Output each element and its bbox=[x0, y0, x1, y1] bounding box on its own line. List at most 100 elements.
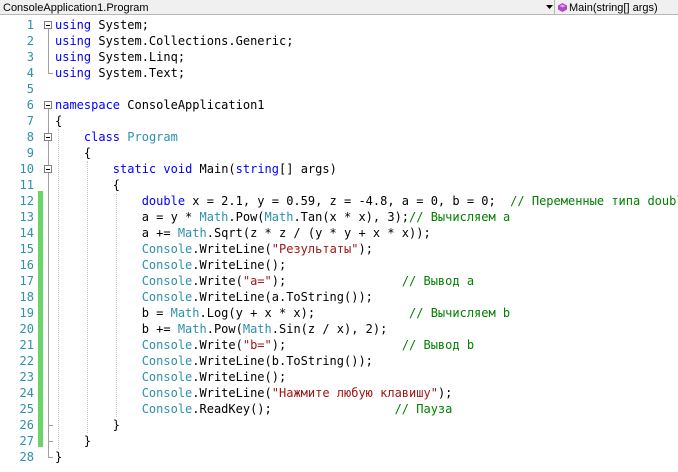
code-token: string bbox=[235, 162, 280, 176]
line-number: 7 bbox=[26, 114, 34, 128]
line-number: 16 bbox=[19, 258, 34, 272]
code-line[interactable]: 23 Console.WriteLine(); bbox=[0, 369, 678, 385]
code-text: b = Math.Log(y + x * x); // Вычисляем b bbox=[55, 305, 510, 321]
line-number: 24 bbox=[19, 386, 34, 400]
code-token: Console bbox=[141, 258, 193, 272]
code-line[interactable]: 21 Console.Write("b="); // Вывод b bbox=[0, 337, 678, 353]
code-token: System.Collections.Generic; bbox=[91, 34, 294, 48]
code-line[interactable]: 7{ bbox=[0, 113, 678, 129]
code-line[interactable]: 5 bbox=[0, 81, 678, 97]
line-number: 12 bbox=[19, 194, 34, 208]
code-line[interactable]: 14 a += Math.Sqrt(z * z / (y * y + x * x… bbox=[0, 225, 678, 241]
code-token: Program bbox=[127, 130, 178, 144]
code-text: Console.WriteLine(); bbox=[55, 257, 287, 273]
code-token: // Переменные типа double bbox=[510, 194, 678, 208]
code-text: } bbox=[55, 449, 62, 465]
code-line[interactable]: 8 class Program bbox=[0, 129, 678, 145]
code-line[interactable]: 18 Console.WriteLine(a.ToString()); bbox=[0, 289, 678, 305]
code-line[interactable]: 11 { bbox=[0, 177, 678, 193]
code-text: static void Main(string[] args) bbox=[55, 161, 337, 177]
member-selector-dropdown[interactable]: Main(string[] args) bbox=[556, 0, 678, 15]
code-token: } bbox=[55, 434, 92, 448]
code-text: Console.WriteLine("Результаты"); bbox=[55, 241, 373, 257]
code-token: Console bbox=[141, 386, 193, 400]
code-text: using System; bbox=[55, 17, 149, 33]
code-token: double bbox=[141, 194, 186, 208]
code-token: Console bbox=[141, 354, 193, 368]
code-line[interactable]: 15 Console.WriteLine("Результаты"); bbox=[0, 241, 678, 257]
code-editor[interactable]: 1 using System; 2 using System.Collections.… bbox=[0, 15, 678, 472]
code-text: namespace ConsoleApplication1 bbox=[55, 97, 265, 113]
line-number: 11 bbox=[19, 178, 34, 192]
indent-guide bbox=[86, 161, 88, 433]
code-text: Console.Write("a="); // Вывод а bbox=[55, 273, 474, 289]
code-text: using System.Linq; bbox=[55, 49, 185, 65]
chevron-down-icon[interactable] bbox=[545, 1, 553, 13]
code-line[interactable]: 10 static void Main(string[] args) bbox=[0, 161, 678, 177]
code-token: using bbox=[55, 50, 92, 64]
code-text: double x = 2.1, y = 0.59, z = -4.8, a = … bbox=[55, 193, 678, 209]
code-token: x = 2.1, y = 0.59, z = -4.8, a = 0, b = … bbox=[185, 194, 511, 208]
code-token: "a=" bbox=[242, 274, 272, 288]
code-token: "Нажмите любую клавишу" bbox=[271, 386, 438, 400]
code-token: .Pow( bbox=[206, 322, 243, 336]
code-token: "Результаты" bbox=[271, 242, 359, 256]
code-line[interactable]: 4 using System.Text; bbox=[0, 65, 678, 81]
line-number: 6 bbox=[26, 98, 34, 112]
code-token: // Вычисляем а bbox=[409, 210, 511, 224]
code-line[interactable]: 26 } bbox=[0, 417, 678, 433]
class-selector-dropdown[interactable]: ConsoleApplication1.Program bbox=[0, 0, 555, 15]
line-number: 23 bbox=[19, 370, 34, 384]
code-line[interactable]: 13 a = y * Math.Pow(Math.Tan(x * x), 3);… bbox=[0, 209, 678, 225]
code-line[interactable]: 2 using System.Collections.Generic; bbox=[0, 33, 678, 49]
code-token: static bbox=[112, 162, 157, 176]
code-token: .Sqrt(z * z / (y * y + x * x)); bbox=[206, 226, 431, 240]
code-token: { bbox=[55, 114, 63, 128]
code-token: .WriteLine( bbox=[192, 242, 272, 256]
line-number: 28 bbox=[19, 450, 34, 464]
indent-guide bbox=[115, 193, 117, 417]
code-line[interactable]: 20 b += Math.Pow(Math.Sin(z / x), 2); bbox=[0, 321, 678, 337]
code-line[interactable]: 3 using System.Linq; bbox=[0, 49, 678, 65]
code-line[interactable]: 28} bbox=[0, 449, 678, 465]
code-line[interactable]: 22 Console.WriteLine(b.ToString()); bbox=[0, 353, 678, 369]
code-text: { bbox=[55, 113, 62, 129]
code-token: .Write( bbox=[192, 338, 243, 352]
code-token: b = bbox=[55, 306, 171, 320]
class-selector-label: ConsoleApplication1.Program bbox=[3, 1, 149, 14]
code-line[interactable]: 16 Console.WriteLine(); bbox=[0, 257, 678, 273]
line-number: 25 bbox=[19, 402, 34, 416]
line-number: 26 bbox=[19, 418, 34, 432]
code-text: class Program bbox=[55, 129, 178, 145]
code-token: Console bbox=[141, 370, 193, 384]
code-token: .Pow( bbox=[228, 210, 265, 224]
code-token: Math bbox=[199, 210, 229, 224]
code-token: .WriteLine(b.ToString()); bbox=[192, 354, 373, 368]
code-line[interactable]: 1 using System; bbox=[0, 17, 678, 33]
line-number: 18 bbox=[19, 290, 34, 304]
code-token: .Write( bbox=[192, 274, 243, 288]
code-token: Math bbox=[170, 306, 200, 320]
code-line[interactable]: 12 double x = 2.1, y = 0.59, z = -4.8, a… bbox=[0, 193, 678, 209]
code-line[interactable]: 24 Console.WriteLine("Нажмите любую клав… bbox=[0, 385, 678, 401]
line-number: 13 bbox=[19, 210, 34, 224]
code-line[interactable]: 6 namespace ConsoleApplication1 bbox=[0, 97, 678, 113]
code-token: .WriteLine(); bbox=[192, 258, 287, 272]
code-line[interactable]: 17 Console.Write("a="); // Вывод а bbox=[0, 273, 678, 289]
code-token: class bbox=[83, 130, 121, 144]
code-line[interactable]: 27 } bbox=[0, 433, 678, 449]
code-line[interactable]: 25 Console.ReadKey(); // Пауза bbox=[0, 401, 678, 417]
code-token: Console bbox=[141, 242, 193, 256]
code-line[interactable]: 9 { bbox=[0, 145, 678, 161]
line-number: 19 bbox=[19, 306, 34, 320]
code-token: // Вывод b bbox=[401, 338, 475, 352]
code-token: ); bbox=[358, 242, 373, 256]
code-text: } bbox=[55, 433, 91, 449]
code-token: // Пауза bbox=[394, 402, 453, 416]
code-line[interactable]: 19 b = Math.Log(y + x * x); // Вычисляем… bbox=[0, 305, 678, 321]
